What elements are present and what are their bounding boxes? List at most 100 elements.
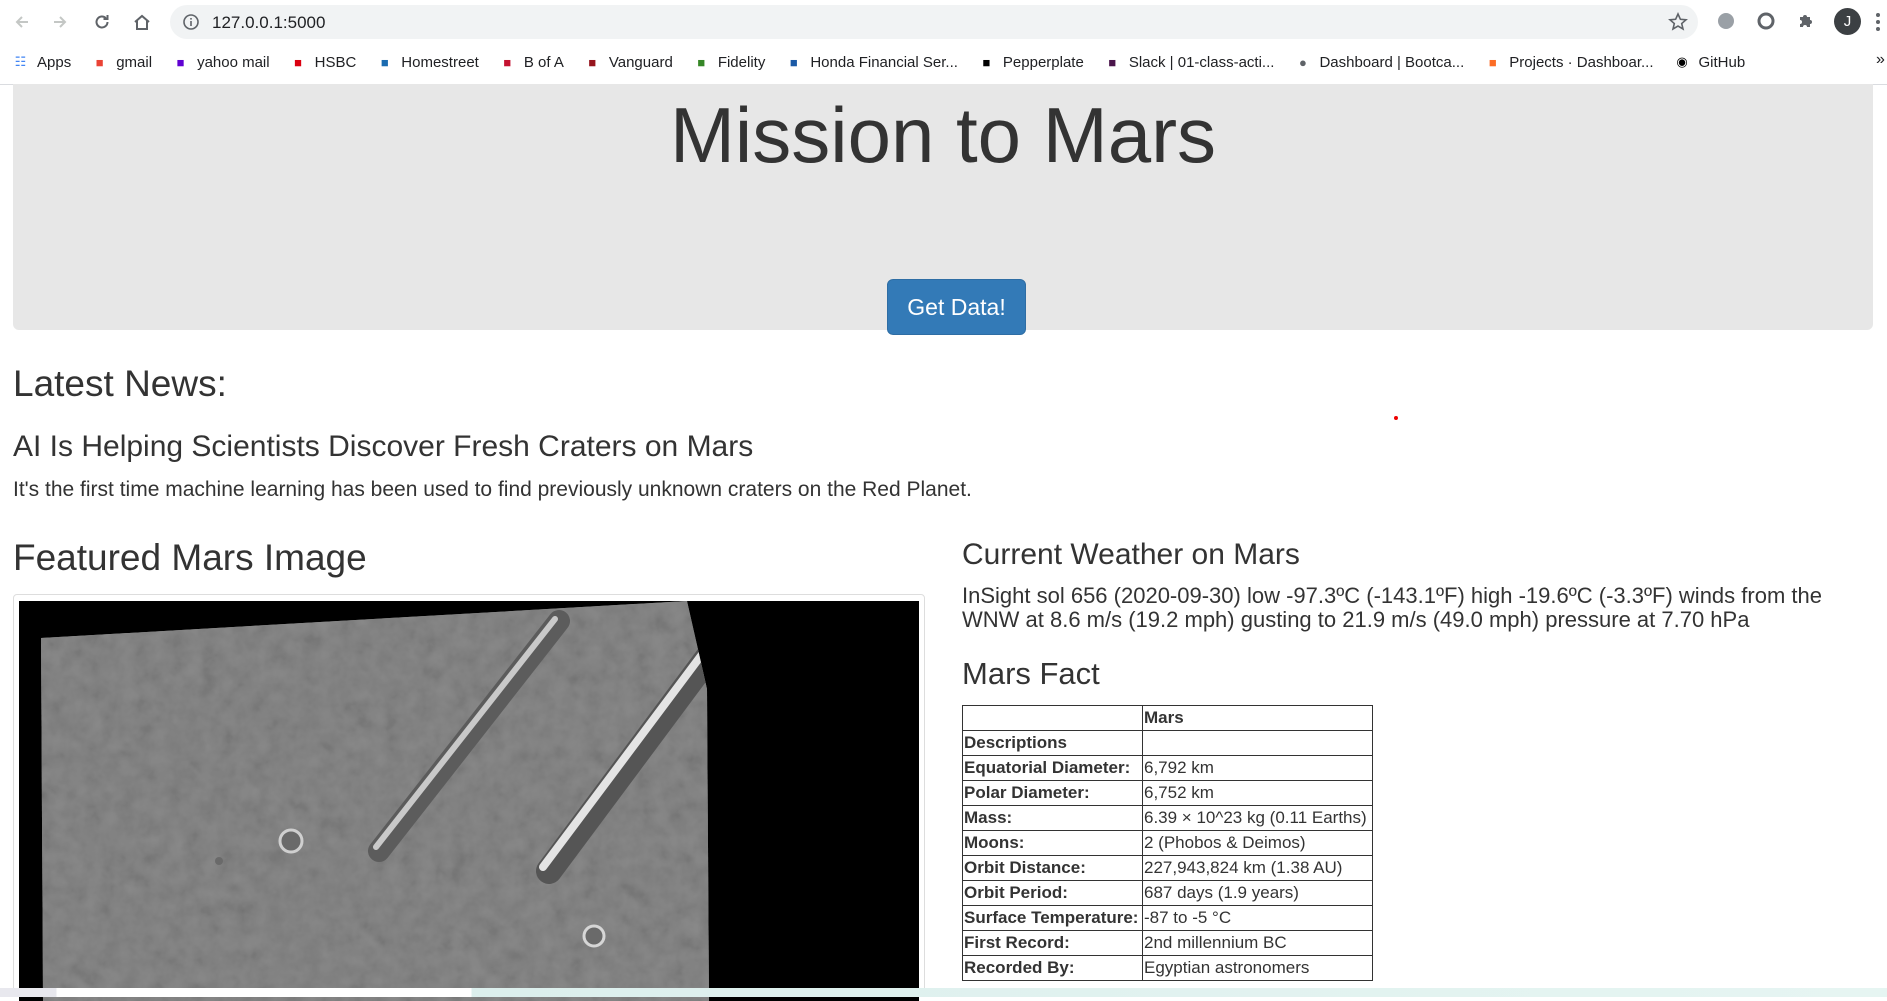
bookmark-item[interactable]: ■ Vanguard bbox=[584, 53, 673, 71]
forward-button[interactable] bbox=[46, 8, 74, 36]
browser-chrome: 127.0.0.1:5000 J ☷ Apps ■ gmail ■ yahoo mail ■… bbox=[0, 0, 1887, 85]
table-row: Surface Temperature: -87 to -5 °C bbox=[962, 905, 1373, 931]
table-row: Polar Diameter: 6,752 km bbox=[962, 780, 1373, 806]
get-data-button[interactable]: Get Data! bbox=[887, 279, 1026, 335]
info-icon[interactable] bbox=[182, 13, 200, 31]
bookmark-item[interactable]: ● Dashboard | Bootca... bbox=[1294, 54, 1464, 71]
bookmark-label: Fidelity bbox=[717, 53, 766, 71]
news-title: AI Is Helping Scientists Discover Fresh … bbox=[13, 430, 754, 463]
fact-label: Mass: bbox=[962, 805, 1143, 831]
bookmark-item[interactable]: ■ Pepperplate bbox=[978, 53, 1084, 71]
bookmark-label: yahoo mail bbox=[197, 53, 270, 71]
bookmark-item[interactable]: ■ yahoo mail bbox=[172, 54, 270, 71]
featured-image-frame bbox=[13, 594, 925, 1001]
weather-heading: Current Weather on Mars bbox=[962, 538, 1300, 571]
latest-news-heading: Latest News: bbox=[13, 363, 227, 404]
fact-label: Polar Diameter: bbox=[962, 780, 1143, 806]
jumbotron: Mission to Mars Get Data! bbox=[13, 84, 1873, 335]
globe-icon: ● bbox=[1299, 54, 1307, 70]
bookmark-label: Slack | 01-class-acti... bbox=[1128, 53, 1275, 71]
page-title: Mission to Mars bbox=[669, 91, 1217, 179]
mars-fact-heading: Mars Fact bbox=[962, 656, 1100, 691]
pepperplate-icon: ■ bbox=[982, 54, 991, 70]
fact-label: First Record: bbox=[962, 930, 1143, 956]
bookmark-star-icon[interactable] bbox=[1668, 12, 1688, 32]
fact-value: 2 (Phobos & Deimos) bbox=[1142, 830, 1373, 856]
bookmark-label: Honda Financial Ser... bbox=[810, 53, 958, 71]
table-index-empty bbox=[1142, 730, 1373, 756]
extension-2-icon[interactable] bbox=[1754, 9, 1778, 33]
bookmark-item[interactable]: ■ Projects · Dashboar... bbox=[1484, 53, 1654, 71]
fact-label: Equatorial Diameter: bbox=[962, 755, 1143, 781]
taskbar-strip bbox=[0, 988, 1887, 997]
table-header-cell bbox=[962, 705, 1143, 731]
bookmark-label: B of A bbox=[523, 53, 564, 71]
back-button[interactable] bbox=[8, 8, 36, 36]
fact-value: 6,752 km bbox=[1142, 780, 1373, 806]
fact-label: Orbit Distance: bbox=[962, 855, 1143, 881]
bookmark-label: Apps bbox=[37, 53, 72, 71]
featured-mars-image bbox=[19, 601, 919, 1001]
forward-arrow-icon bbox=[54, 16, 67, 28]
home-button[interactable] bbox=[128, 8, 156, 36]
gitlab-icon: ■ bbox=[1488, 54, 1497, 70]
homestreet-icon: ■ bbox=[380, 54, 389, 70]
extension-1-icon[interactable] bbox=[1714, 9, 1738, 33]
bookmark-item[interactable]: ◉ GitHub bbox=[1674, 53, 1746, 71]
table-row: Equatorial Diameter: 6,792 km bbox=[962, 755, 1373, 781]
fact-label: Moons: bbox=[962, 830, 1143, 856]
table-row: Orbit Period: 687 days (1.9 years) bbox=[962, 880, 1373, 906]
fact-value: 687 days (1.9 years) bbox=[1142, 880, 1373, 906]
bookmark-label: GitHub bbox=[1698, 53, 1746, 71]
bookmark-label: Dashboard | Bootca... bbox=[1319, 53, 1465, 71]
cursor-dot bbox=[1394, 416, 1398, 420]
yahoo-mail-icon: ■ bbox=[176, 54, 185, 70]
mars-facts-body: Equatorial Diameter: 6,792 km Polar Diamet… bbox=[962, 755, 1373, 981]
gmail-icon: ■ bbox=[95, 54, 104, 70]
menu-kebab-icon[interactable] bbox=[1874, 10, 1882, 34]
bookmark-label: Projects · Dashboar... bbox=[1509, 53, 1654, 71]
bookmark-label: HSBC bbox=[314, 53, 357, 71]
table-header-row: Mars bbox=[962, 705, 1373, 731]
news-paragraph: It's the first time machine learning has… bbox=[13, 478, 972, 501]
fact-value: 6,792 km bbox=[1142, 755, 1373, 781]
bookmark-label: Vanguard bbox=[608, 53, 673, 71]
vanguard-icon: ■ bbox=[588, 54, 597, 70]
fact-value: 6.39 × 10^23 kg (0.11 Earths) bbox=[1142, 805, 1373, 831]
table-index-label: Descriptions bbox=[962, 730, 1143, 756]
table-header-cell: Mars bbox=[1142, 705, 1373, 731]
bookmark-item[interactable]: ■ gmail bbox=[91, 54, 152, 71]
hsbc-icon: ■ bbox=[294, 54, 303, 70]
fact-value: Egyptian astronomers bbox=[1142, 955, 1373, 981]
fact-value: 2nd millennium BC bbox=[1142, 930, 1373, 956]
more-bookmarks-button[interactable]: » bbox=[1876, 51, 1885, 69]
url-text[interactable]: 127.0.0.1:5000 bbox=[212, 13, 325, 33]
bookmark-item[interactable]: ■ Slack | 01-class-acti... bbox=[1104, 53, 1275, 71]
reload-button[interactable] bbox=[88, 8, 116, 36]
fact-value: 227,943,824 km (1.38 AU) bbox=[1142, 855, 1373, 881]
bookmark-label: gmail bbox=[116, 53, 153, 71]
table-row: Moons: 2 (Phobos & Deimos) bbox=[962, 830, 1373, 856]
table-row: Orbit Distance: 227,943,824 km (1.38 AU) bbox=[962, 855, 1373, 881]
bookmark-item[interactable]: ■ Fidelity bbox=[693, 53, 766, 71]
address-bar[interactable]: 127.0.0.1:5000 bbox=[170, 5, 1698, 39]
table-row: Recorded By: Egyptian astronomers bbox=[962, 955, 1373, 981]
profile-avatar[interactable]: J bbox=[1834, 8, 1861, 35]
bookmarks-bar: ☷ Apps ■ gmail ■ yahoo mail ■ HSBC ■ Homestreet ■ B… bbox=[12, 50, 1765, 74]
fact-value: -87 to -5 °C bbox=[1142, 905, 1373, 931]
bookmark-item[interactable]: ■ Honda Financial Ser... bbox=[785, 54, 958, 71]
bookmark-item[interactable]: ■ B of A bbox=[499, 53, 564, 71]
bookmark-item[interactable]: ☷ Apps bbox=[12, 53, 72, 71]
slack-icon: ■ bbox=[1108, 54, 1117, 70]
fact-label: Surface Temperature: bbox=[962, 905, 1143, 931]
honda-icon: ■ bbox=[789, 54, 798, 70]
apps-grid-icon: ☷ bbox=[14, 54, 27, 69]
fidelity-icon: ■ bbox=[697, 54, 706, 70]
reload-icon bbox=[95, 15, 109, 29]
extensions-puzzle-icon[interactable] bbox=[1794, 9, 1818, 33]
bookmark-label: Pepperplate bbox=[1002, 53, 1084, 71]
fact-label: Recorded By: bbox=[962, 955, 1143, 981]
bookmark-item[interactable]: ■ Homestreet bbox=[376, 54, 479, 71]
github-icon: ◉ bbox=[1676, 54, 1688, 69]
bookmark-item[interactable]: ■ HSBC bbox=[290, 53, 357, 71]
